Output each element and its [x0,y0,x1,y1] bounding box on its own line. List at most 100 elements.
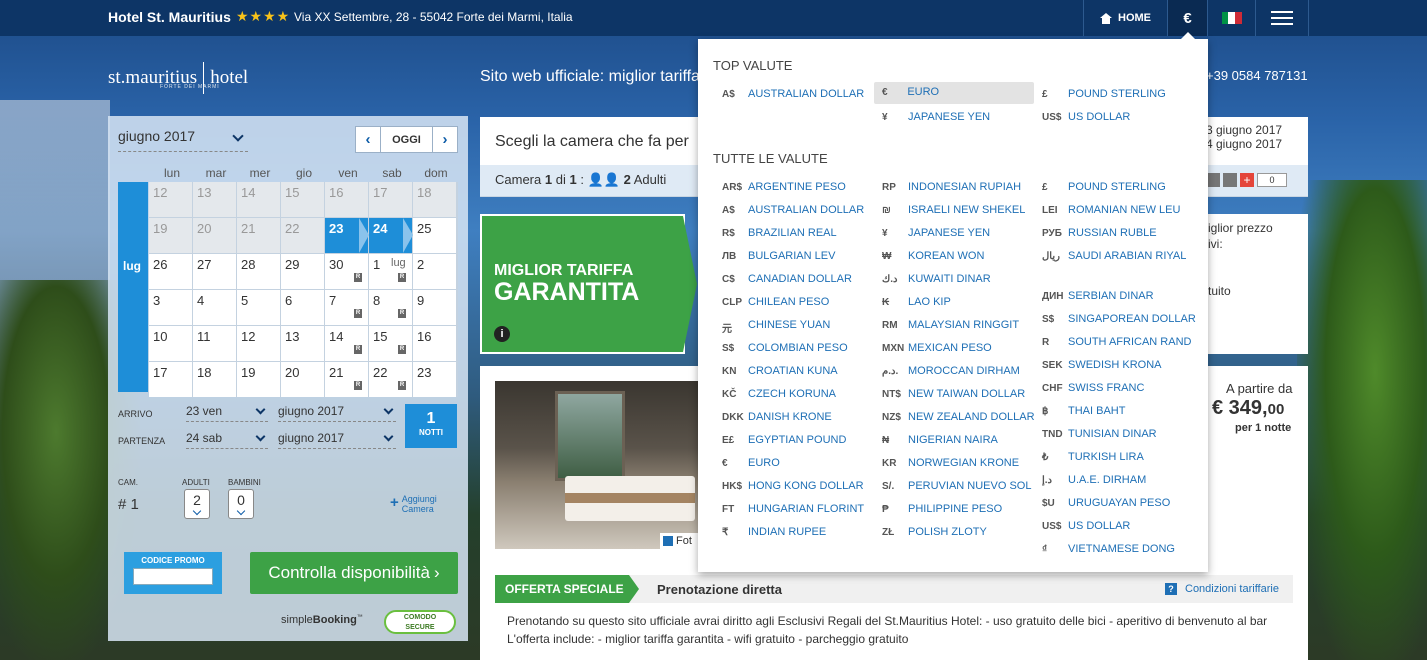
currency-option[interactable]: ₭ LAO KIP [882,294,1042,314]
currency-option[interactable]: ₺ TURKISH LIRA [1042,449,1202,469]
departure-day-select[interactable]: 24 sab [186,431,268,449]
arrival-month-select[interactable]: giugno 2017 [278,404,396,422]
currency-option[interactable]: ЛВ BULGARIAN LEV [722,248,882,268]
currency-option[interactable]: E£ EGYPTIAN POUND [722,432,882,452]
currency-option[interactable]: £ POUND STERLING [1042,86,1202,106]
currency-option[interactable]: A$ AUSTRALIAN DOLLAR [722,86,882,106]
currency-option[interactable]: TND TUNISIAN DINAR [1042,426,1202,446]
menu-button[interactable] [1255,0,1309,36]
calendar-day[interactable]: 9 [413,290,457,325]
currency-option[interactable]: د.ك KUWAITI DINAR [882,271,1042,291]
currency-option[interactable]: ¥ JAPANESE YEN [882,225,1042,245]
currency-option[interactable]: S$ SINGAPOREAN DOLLAR [1042,311,1202,331]
currency-option[interactable]: € EURO [722,455,882,475]
currency-option[interactable]: $U URUGUAYAN PESO [1042,495,1202,515]
calendar-day[interactable]: 5 [237,290,281,325]
currency-option[interactable]: DKK DANISH KRONE [722,409,882,429]
arrival-day-select[interactable]: 23 ven [186,404,268,422]
currency-option[interactable]: HK$ HONG KONG DOLLAR [722,478,882,498]
currency-option[interactable]: US$ US DOLLAR [1042,518,1202,538]
rate-conditions-link[interactable]: ? Condizioni tariffarie [1165,583,1279,595]
today-button[interactable]: OGGI [380,127,433,152]
currency-option[interactable]: ريال SAUDI ARABIAN RIYAL [1042,248,1202,268]
calendar-day-arrival[interactable]: 23 [325,218,369,253]
calendar-day[interactable]: 22 R [369,362,413,397]
currency-option[interactable]: ₹ INDIAN RUPEE [722,524,882,544]
calendar-day[interactable]: 3 [149,290,193,325]
calendar-day[interactable]: 14 R [325,326,369,361]
calendar-day[interactable]: 19 [237,362,281,397]
photos-button[interactable]: Fot [660,533,700,549]
room-photo[interactable]: Fot [495,381,700,549]
calendar-day[interactable]: 29 [281,254,325,289]
calendar-day[interactable]: 4 [193,290,237,325]
promo-code-input[interactable] [133,568,213,585]
calendar-day[interactable]: 28 [237,254,281,289]
currency-option[interactable]: S/. PERUVIAN NUEVO SOL [882,478,1042,498]
currency-option[interactable]: NT$ NEW TAIWAN DOLLAR [882,386,1042,406]
calendar-day[interactable]: 20 [281,362,325,397]
currency-option[interactable]: € EURO [874,82,1034,104]
currency-option[interactable]: د.م. MOROCCAN DIRHAM [882,363,1042,383]
currency-option[interactable]: ДИН SERBIAN DINAR [1042,288,1202,308]
calendar-day-departure[interactable]: 24 [369,218,413,253]
currency-option[interactable]: CLP CHILEAN PESO [722,294,882,314]
currency-option[interactable]: NZ$ NEW ZEALAND DOLLAR [882,409,1042,429]
language-button[interactable] [1207,0,1255,36]
calendar-day[interactable]: 13 [281,326,325,361]
calendar-day[interactable]: 23 [413,362,457,397]
currency-option[interactable]: £ POUND STERLING [1042,179,1202,199]
email-icon[interactable] [1206,173,1220,187]
print-icon[interactable] [1223,173,1237,187]
currency-option[interactable]: ₱ PHILIPPINE PESO [882,501,1042,521]
currency-option[interactable]: ₦ NIGERIAN NAIRA [882,432,1042,452]
calendar-day[interactable]: 8R [369,290,413,325]
currency-option[interactable]: KČ CZECH KORUNA [722,386,882,406]
calendar-day[interactable]: 21 R [325,362,369,397]
currency-option[interactable]: LEI ROMANIAN NEW LEU [1042,202,1202,222]
currency-option[interactable]: US$ US DOLLAR [1042,109,1202,129]
calendar-day[interactable]: 2 [413,254,457,289]
calendar-day[interactable]: 18 [193,362,237,397]
children-stepper[interactable]: 0 [228,489,254,519]
next-month-button[interactable]: › [433,127,457,152]
currency-option[interactable]: ₩ KOREAN WON [882,248,1042,268]
currency-option[interactable]: FT HUNGARIAN FLORINT [722,501,882,521]
currency-option[interactable]: KR NORWEGIAN KRONE [882,455,1042,475]
calendar-day[interactable]: 16 [413,326,457,361]
currency-option[interactable]: RP INDONESIAN RUPIAH [882,179,1042,199]
prev-month-button[interactable]: ‹ [356,127,380,152]
currency-option[interactable]: د.إ U.A.E. DIRHAM [1042,472,1202,492]
currency-option[interactable]: R$ BRAZILIAN REAL [722,225,882,245]
nav-home-button[interactable]: HOME [1083,0,1167,36]
currency-option[interactable]: ZŁ POLISH ZLOTY [882,524,1042,544]
currency-option[interactable]: ¥ JAPANESE YEN [882,109,1042,129]
month-selector[interactable]: giugno 2017 [118,128,248,152]
currency-option[interactable]: CHF SWISS FRANC [1042,380,1202,400]
add-room-button[interactable]: + Aggiungi Camera [390,494,437,514]
calendar-day[interactable]: 6 [281,290,325,325]
currency-option[interactable]: SEK SWEDISH KRONA [1042,357,1202,377]
adults-stepper[interactable]: 2 [184,489,210,519]
phone-number[interactable]: +39 0584 787131 [1206,68,1308,83]
calendar-day[interactable]: 11 [193,326,237,361]
info-icon[interactable]: i [494,326,510,342]
calendar-day[interactable]: 15 R [369,326,413,361]
hotel-name[interactable]: Hotel St. Mauritius [108,9,231,25]
currency-option[interactable]: R SOUTH AFRICAN RAND [1042,334,1202,354]
calendar-day[interactable]: 1 lug R [369,254,413,289]
add-share-icon[interactable]: + [1240,173,1254,187]
currency-button[interactable]: € [1167,0,1207,36]
calendar-day[interactable]: 7R [325,290,369,325]
currency-option[interactable]: ฿ THAI BAHT [1042,403,1202,423]
currency-option[interactable]: ₫ VIETNAMESE DONG [1042,541,1202,561]
calendar-day[interactable]: 10 [149,326,193,361]
calendar-day[interactable]: 25 [413,218,457,253]
currency-option[interactable]: РУБ RUSSIAN RUBLE [1042,225,1202,245]
calendar-day[interactable]: 17 [149,362,193,397]
currency-option[interactable]: RM MALAYSIAN RINGGIT [882,317,1042,337]
check-availability-button[interactable]: Controlla disponibilità › [250,552,458,594]
currency-option[interactable]: ₪ ISRAELI NEW SHEKEL [882,202,1042,222]
currency-option[interactable]: A$ AUSTRALIAN DOLLAR [722,202,882,222]
calendar-day[interactable]: 30 R [325,254,369,289]
